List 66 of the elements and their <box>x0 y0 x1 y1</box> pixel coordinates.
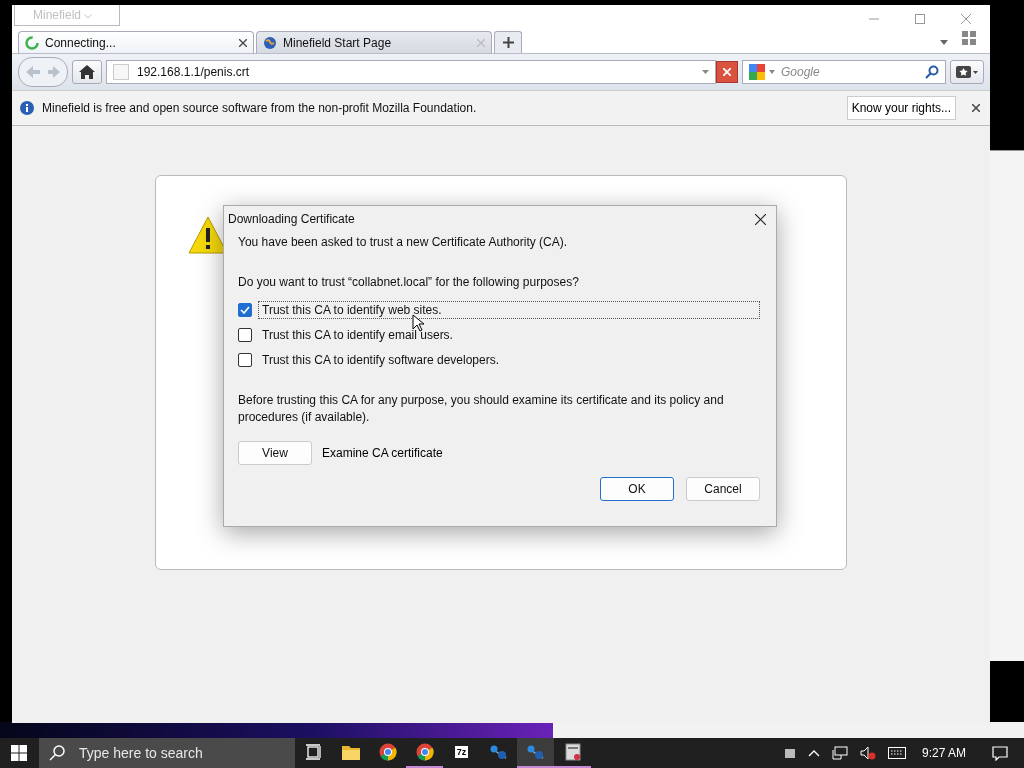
network-icon[interactable] <box>831 746 848 760</box>
dropdown-icon[interactable] <box>769 70 775 74</box>
checkbox[interactable] <box>238 302 252 317</box>
notifications-icon[interactable] <box>992 745 1008 761</box>
dialog-title: Downloading Certificate <box>228 212 355 226</box>
close-icon[interactable] <box>972 104 980 112</box>
chevron-up-icon[interactable] <box>807 749 820 757</box>
chrome-icon <box>415 743 434 761</box>
close-icon[interactable] <box>755 213 766 225</box>
archive-app-icon: 7z <box>454 746 469 758</box>
search-input[interactable]: Google <box>779 64 921 80</box>
checkbox-label[interactable]: Trust this CA to identify email users. <box>258 325 457 344</box>
checkbox-label[interactable]: Trust this CA to identify web sites. <box>258 300 760 319</box>
tab-title: Minefield Start Page <box>283 35 393 50</box>
bookmark-icon <box>956 65 978 79</box>
notification-text: Minefield is free and open source software from the non-profit Mozilla Foundation. <box>42 101 477 115</box>
tab-list-icon[interactable] <box>940 40 948 45</box>
checkbox[interactable] <box>238 327 252 342</box>
folder-icon <box>341 744 360 760</box>
search-icon[interactable] <box>925 65 939 79</box>
maximize-icon[interactable] <box>914 13 926 25</box>
page-icon <box>113 64 129 80</box>
bookmarks-button[interactable] <box>950 60 984 84</box>
taskbar-search-field[interactable]: Type here to search <box>39 738 295 768</box>
network-icon <box>526 744 545 760</box>
chrome-icon <box>378 743 397 761</box>
checkbox[interactable] <box>238 352 252 367</box>
home-icon <box>79 65 95 79</box>
cancel-button[interactable]: Cancel <box>686 477 760 501</box>
new-tab-button[interactable] <box>494 31 522 53</box>
tab-title: Connecting... <box>45 35 117 50</box>
stop-button[interactable] <box>716 61 738 83</box>
address-bar[interactable]: 192.168.1.1/penis.crt <box>106 60 716 84</box>
search-bar[interactable]: Google <box>742 60 946 84</box>
globe-icon <box>263 35 277 50</box>
view-button[interactable]: View <box>238 441 312 465</box>
windows-start-icon[interactable] <box>11 745 27 761</box>
browser-tab[interactable]: Connecting... <box>18 31 254 53</box>
loading-icon <box>25 35 39 50</box>
task-view-icon <box>305 744 322 760</box>
info-icon <box>20 101 34 115</box>
question-text: Do you want to trust “collabnet.local” for the following purposes? <box>238 274 580 291</box>
app-window-icon <box>564 743 581 761</box>
mouse-cursor-icon <box>412 314 424 332</box>
plus-icon <box>502 37 514 48</box>
tab-groups-icon[interactable] <box>962 31 976 45</box>
search-icon <box>49 745 65 761</box>
intro-text: You have been asked to trust a new Certificate Authority (CA). <box>238 234 569 251</box>
network-icon <box>489 744 508 760</box>
home-button[interactable] <box>72 60 102 84</box>
google-icon <box>749 64 765 80</box>
search-input[interactable]: Type here to search <box>77 744 285 762</box>
close-icon <box>723 68 731 76</box>
browser-tab[interactable]: Minefield Start Page <box>256 31 492 53</box>
clock-time[interactable]: 9:27 AM <box>921 746 966 760</box>
ok-button[interactable]: OK <box>600 477 674 501</box>
close-icon[interactable] <box>239 38 247 47</box>
know-your-rights-button[interactable]: Know your rights... <box>846 96 956 120</box>
dropdown-icon[interactable] <box>702 70 709 74</box>
advice-text: Before trusting this CA for any purpose, you should examine its certificate and its policy and procedures (if available). <box>238 392 725 426</box>
keyboard-icon[interactable] <box>887 747 906 759</box>
chevron-down-icon <box>84 14 93 19</box>
taskbar-app-button[interactable]: 7z <box>443 738 480 768</box>
checkbox-label[interactable]: Trust this CA to identify software developers. <box>258 350 503 369</box>
view-label: Examine CA certificate <box>322 446 443 460</box>
speaker-muted-icon[interactable] <box>859 746 876 760</box>
